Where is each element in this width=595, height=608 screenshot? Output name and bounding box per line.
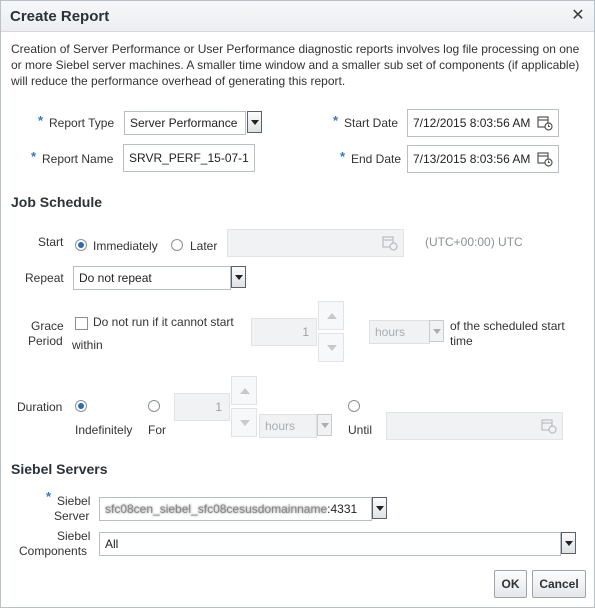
start-date-value: 7/12/2015 8:03:56 AM (413, 116, 531, 130)
dialog-description: Creation of Server Performance or User P… (11, 42, 580, 88)
close-icon[interactable]: ✕ (570, 7, 586, 25)
grace-period-checkbox[interactable] (75, 317, 88, 330)
siebel-server-select[interactable]: sfc08cen_siebel_sfc08cesusdomainname:433… (99, 497, 372, 521)
end-date-value: 7/13/2015 8:03:56 AM (413, 152, 531, 166)
grace-amount-input[interactable]: 1 (251, 318, 317, 346)
report-type-select[interactable]: Server Performance (124, 111, 246, 135)
calendar-icon[interactable] (537, 151, 553, 167)
until-label: Until (348, 423, 373, 437)
grace-unit-dropdown-button[interactable] (429, 320, 444, 342)
required-marker: * (38, 113, 44, 128)
until-date-input[interactable] (386, 412, 563, 440)
grace-suffix-line2: time (450, 334, 473, 348)
for-label: For (148, 423, 166, 437)
cancel-button[interactable]: Cancel (532, 570, 586, 598)
grace-checkbox-label: Do not run if it cannot start (93, 315, 234, 329)
required-marker: * (46, 489, 52, 504)
report-type-dropdown-button[interactable] (247, 111, 262, 133)
start-later-radio[interactable] (171, 239, 183, 251)
duration-indefinitely-radio[interactable] (75, 400, 87, 412)
calendar-icon (382, 236, 398, 251)
duration-for-radio[interactable] (148, 400, 160, 412)
duration-label: Duration (17, 400, 63, 414)
server-label-line1: Siebel (57, 494, 91, 508)
calendar-icon (541, 419, 557, 434)
duration-increment-button[interactable] (231, 376, 257, 405)
report-name-input[interactable]: SRVR_PERF_15-07-1 (123, 144, 255, 172)
timezone-label: (UTC+00:00) UTC (425, 235, 523, 249)
duration-unit-dropdown-button[interactable] (317, 414, 332, 436)
server-value-obscured: sfc08cen_siebel_sfc08cesusdomainname (105, 502, 328, 516)
required-marker: * (31, 149, 37, 164)
server-value-port: :4331 (327, 502, 358, 516)
duration-amount-input[interactable]: 1 (174, 393, 230, 421)
end-date-label: End Date (351, 152, 402, 166)
required-marker: * (333, 113, 339, 128)
job-schedule-heading: Job Schedule (11, 194, 103, 210)
indefinitely-label: Indefinitely (75, 423, 133, 437)
grace-suffix-line1: of the scheduled start (450, 319, 565, 333)
grace-unit-select[interactable]: hours (369, 320, 430, 344)
components-label-line1: Siebel (57, 529, 91, 543)
repeat-select[interactable]: Do not repeat (73, 266, 231, 290)
grace-decrement-button[interactable] (318, 333, 344, 362)
siebel-server-dropdown-button[interactable] (372, 497, 387, 519)
immediately-label: Immediately (93, 239, 158, 253)
start-label: Start (38, 235, 64, 249)
create-report-dialog: Create Report ✕ Creation of Server Perfo… (0, 0, 595, 608)
siebel-servers-heading: Siebel Servers (11, 461, 108, 477)
report-name-label: Report Name (42, 152, 114, 166)
calendar-icon[interactable] (537, 115, 553, 131)
repeat-dropdown-button[interactable] (231, 266, 246, 288)
siebel-components-dropdown-button[interactable] (561, 532, 576, 554)
grace-within-label: within (72, 338, 103, 352)
duration-decrement-button[interactable] (231, 408, 257, 437)
dialog-titlebar: Create Report ✕ (1, 1, 594, 32)
later-date-input[interactable] (227, 229, 404, 257)
start-date-label: Start Date (344, 116, 399, 130)
required-marker: * (340, 149, 346, 164)
grace-label-line1: Grace (31, 319, 64, 333)
report-type-label: Report Type (49, 116, 115, 130)
later-label: Later (190, 239, 218, 253)
duration-unit-select[interactable]: hours (259, 414, 317, 438)
ok-button[interactable]: OK (494, 570, 527, 598)
server-label-line2: Server (54, 509, 90, 523)
siebel-components-select[interactable]: All (99, 532, 561, 556)
start-immediately-radio[interactable] (75, 239, 87, 251)
dialog-title: Create Report (10, 8, 110, 25)
grace-increment-button[interactable] (318, 301, 344, 330)
repeat-label: Repeat (25, 271, 64, 285)
duration-until-radio[interactable] (348, 400, 360, 412)
components-label-line2: Components (19, 544, 88, 558)
grace-label-line2: Period (28, 334, 63, 348)
